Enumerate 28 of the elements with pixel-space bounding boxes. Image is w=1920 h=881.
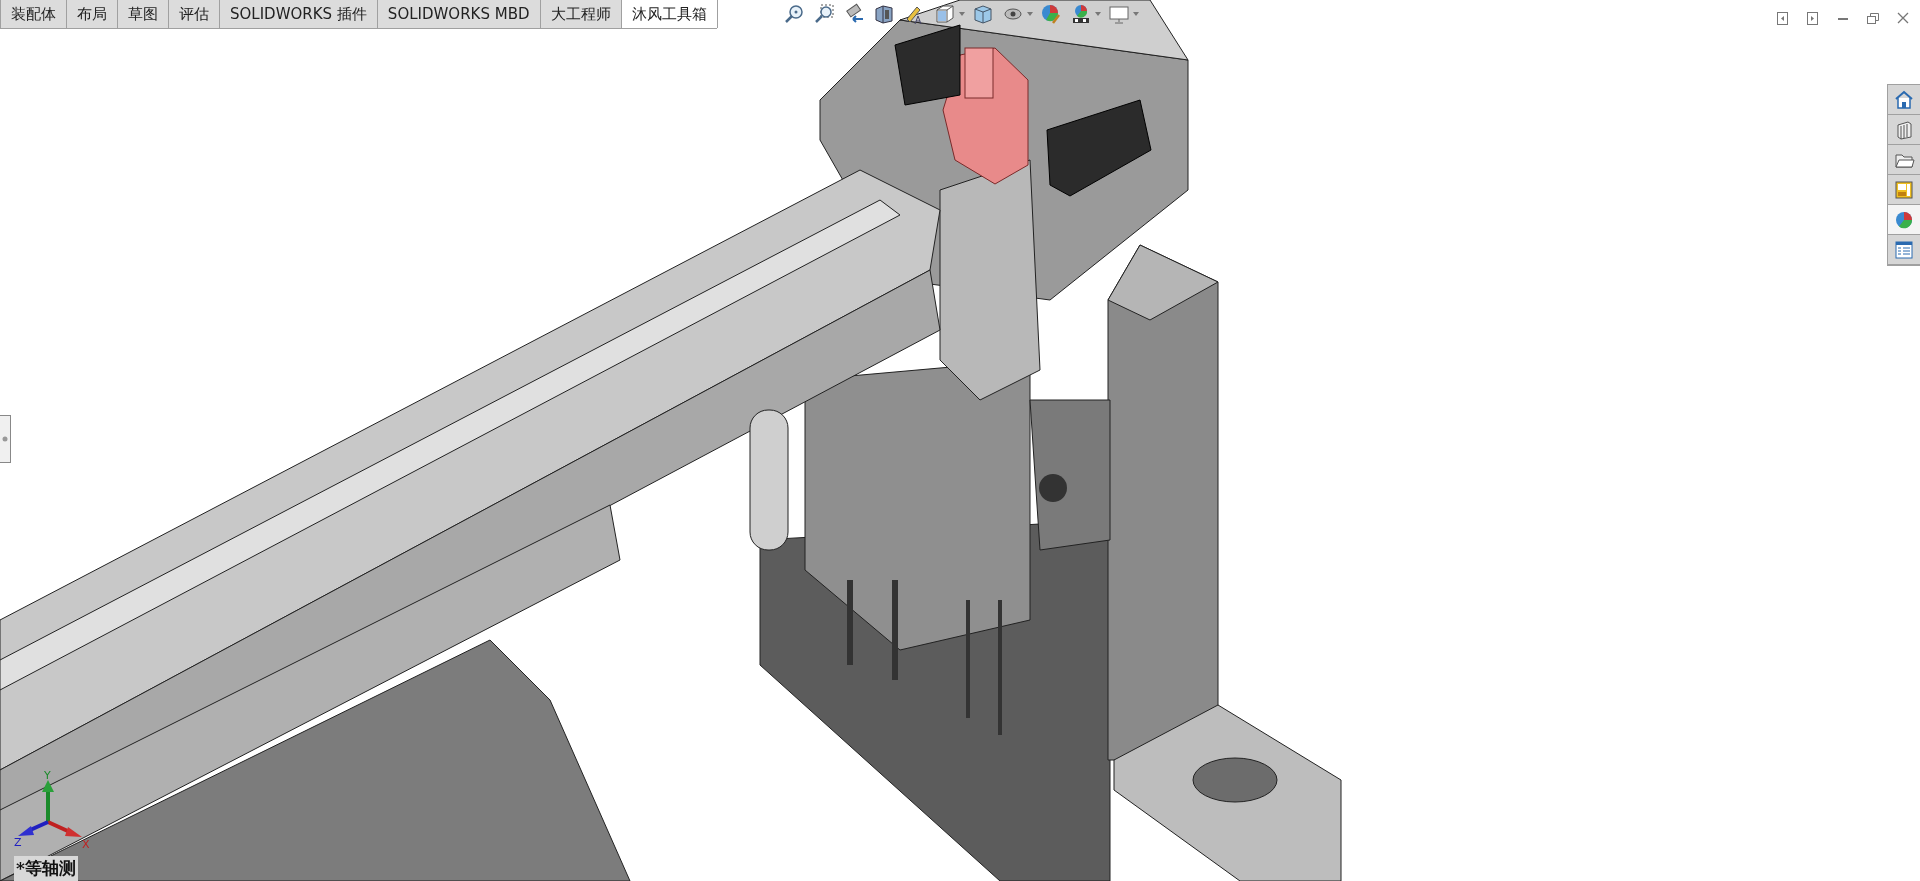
ribbon-tab[interactable]: 布局 (66, 0, 118, 28)
tile-left-icon (1776, 11, 1790, 26)
ribbon-tab[interactable]: 评估 (168, 0, 220, 28)
z-axis-arrow (18, 820, 49, 836)
ribbon-tab[interactable]: SOLIDWORKS MBD (376, 0, 541, 28)
home-icon (1893, 88, 1915, 111)
ribbon-tab[interactable]: 大工程师 (539, 0, 622, 28)
restore-icon (1866, 11, 1880, 26)
close-icon (1896, 11, 1910, 26)
task-pane-tab[interactable] (1888, 205, 1920, 235)
panel-handle[interactable] (0, 415, 11, 463)
magnifier-icon (813, 3, 837, 25)
tile-right-icon (1806, 11, 1820, 26)
x-axis-label: X (82, 838, 90, 850)
z-axis-label: Z (14, 836, 22, 849)
form-list-icon (1893, 238, 1915, 261)
view-orientation-label: *等轴测 (14, 856, 78, 881)
ribbon-tab[interactable]: SOLIDWORKS 插件 (219, 0, 378, 28)
y-axis-label: Y (44, 770, 51, 782)
monitor-icon (1107, 3, 1131, 25)
y-axis-arrow (42, 780, 54, 822)
shaded-box-icon (971, 3, 995, 25)
ribbon-tab[interactable]: 草图 (117, 0, 169, 28)
cube-icon (933, 3, 957, 25)
x-axis-arrow (47, 820, 82, 837)
color-ball-icon (1039, 3, 1063, 25)
ribbon-tab[interactable]: 装配体 (0, 0, 67, 28)
palette-grid-icon (1893, 178, 1915, 201)
